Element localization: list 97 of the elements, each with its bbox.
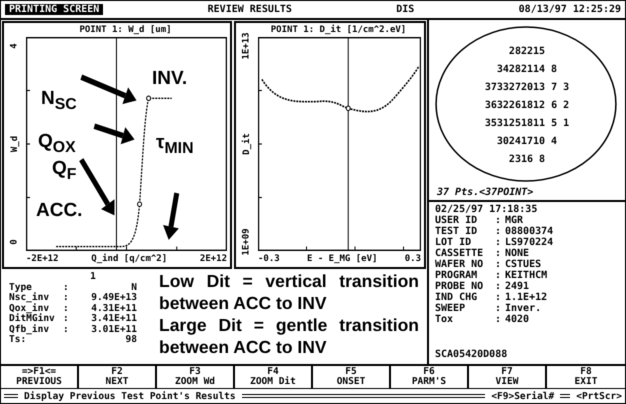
- info-value: NONE: [505, 248, 530, 259]
- x-tick-label: -0.3: [258, 254, 280, 264]
- wafer-row: 3632261812 6 2: [484, 100, 570, 111]
- note-text: Large Dit = gentle transition between ACC to INV: [159, 314, 419, 358]
- function-key[interactable]: F2 NEXT: [79, 366, 157, 388]
- point-number: 1: [90, 272, 96, 282]
- separator: :: [63, 282, 70, 293]
- function-key[interactable]: F3 ZOOM Wd: [157, 366, 235, 388]
- separator: :: [495, 259, 502, 270]
- function-key[interactable]: F8 EXIT: [547, 366, 625, 388]
- arrow-icon: [80, 74, 137, 104]
- separator: :: [495, 303, 502, 314]
- screen-title: REVIEW RESULTS: [208, 4, 292, 15]
- wafer-row: 2316 8: [508, 154, 546, 165]
- x-axis-label: Q_ind [q/cm^2]: [91, 254, 168, 264]
- separator: :: [495, 215, 502, 226]
- y-tick-label: 1E+09: [242, 228, 252, 256]
- param-label: Ts:: [9, 335, 27, 346]
- info-value: KEITHCM: [505, 270, 548, 281]
- y-axis-label: W_d: [10, 136, 20, 152]
- param-value: 3.41E+11: [90, 314, 137, 324]
- info-value: 2491: [505, 281, 530, 292]
- annotation-label: Q$_{OX}$: [38, 132, 76, 156]
- wafer-row: 34282114 8: [496, 64, 558, 75]
- chart-title: POINT 1: W_d [um]: [78, 24, 173, 37]
- param-label: Type: [9, 282, 32, 292]
- info-label: WAFER NO: [435, 259, 484, 270]
- code-label: DIS: [396, 4, 414, 15]
- info-label: TEST ID: [435, 226, 478, 237]
- param-label: DitMGinv: [9, 314, 56, 324]
- function-key[interactable]: F6 PARM'S: [391, 366, 469, 388]
- x-tick-label: 0.3: [404, 254, 421, 264]
- info-value: 1.1E+12: [505, 292, 548, 303]
- annotation-label: ACC.: [36, 201, 82, 220]
- function-key[interactable]: F4 ZOOM Dit: [235, 366, 313, 388]
- note-text: Low Dit = vertical transition between ACC to INV: [159, 270, 419, 314]
- separator: :: [63, 324, 70, 335]
- date-time: 08/13/97 12:25:29: [518, 4, 622, 15]
- serial-hint: <F9>Serial#: [491, 390, 554, 402]
- separator: :: [63, 293, 70, 304]
- info-value: MGR: [505, 215, 524, 226]
- x-tick-label: -2E+12: [26, 254, 59, 264]
- param-value: 3.01E+11: [90, 324, 137, 335]
- separator: :: [495, 237, 502, 248]
- mode-indicator: PRINTING SCREEN: [5, 4, 104, 15]
- y-tick-label: 1E+13: [242, 32, 252, 60]
- info-label: IND CHG: [435, 292, 478, 303]
- info-value: 08800374: [505, 226, 554, 237]
- info-label: CASSETTE: [435, 248, 484, 259]
- param-value: 4.31E+11: [90, 304, 137, 314]
- info-label: SWEEP: [435, 303, 466, 314]
- separator: :: [495, 281, 502, 292]
- wafer-row: 30241710 4: [496, 136, 558, 147]
- annotation-label: τ$_{MIN}$: [156, 133, 194, 157]
- annotation-label: N$_{SC}$: [41, 89, 77, 113]
- y-tick-label: 0: [10, 239, 20, 245]
- param-value: 98: [124, 335, 137, 346]
- param-value: 9.49E+13: [90, 293, 137, 304]
- function-key[interactable]: F7 VIEW: [469, 366, 547, 388]
- param-label: Nsc_inv: [9, 293, 50, 303]
- y-axis-label: D_it: [242, 133, 252, 155]
- serial-number: SCA05420D088: [435, 349, 508, 362]
- timestamp: 02/25/97 17:18:35: [435, 204, 538, 215]
- info-value: LS970224: [505, 237, 554, 248]
- info-value: Inver.: [505, 303, 542, 314]
- separator: :: [495, 248, 502, 259]
- separator: :: [495, 270, 502, 281]
- info-label: PROGRAM: [435, 270, 478, 281]
- info-label: PROBE NO: [435, 281, 484, 292]
- info-label: LOT ID: [435, 237, 472, 248]
- separator: :: [63, 304, 70, 314]
- status-message: Display Previous Test Point's Results: [24, 390, 236, 402]
- print-hint: <PrtScr>: [576, 390, 622, 402]
- arrow-icon: [94, 124, 135, 144]
- wafer-row: 3733272013 7 3: [484, 82, 570, 93]
- annotation-label: Q$_{F}$: [52, 159, 76, 183]
- function-key[interactable]: F5 ONSET: [313, 366, 391, 388]
- annotation-label: INV.: [152, 69, 188, 88]
- param-label: Qox_inv: [9, 304, 50, 314]
- wafer-row: 3531251811 5 1: [484, 118, 570, 129]
- separator: :: [495, 226, 502, 237]
- info-label: USER ID: [435, 215, 478, 226]
- separator: :: [495, 292, 502, 303]
- wafer-row: 282215: [508, 46, 546, 57]
- point-count: 37 Pts.<37POINT>: [437, 187, 534, 198]
- separator: :: [495, 314, 502, 325]
- x-tick-label: 2E+12: [200, 254, 227, 264]
- arrow-icon: [163, 192, 180, 240]
- info-value: 4020: [505, 314, 530, 325]
- y-tick-label: 4: [10, 43, 20, 49]
- info-value: CSTUES: [505, 259, 542, 270]
- info-label: Tox: [435, 314, 454, 325]
- function-key[interactable]: =>F1<= PREVIOUS: [1, 366, 79, 388]
- param-value: N: [130, 282, 137, 293]
- param-label: Qfb_inv: [9, 324, 50, 334]
- x-axis-label: E - E_MG [eV]: [306, 254, 378, 264]
- separator: :: [63, 314, 70, 324]
